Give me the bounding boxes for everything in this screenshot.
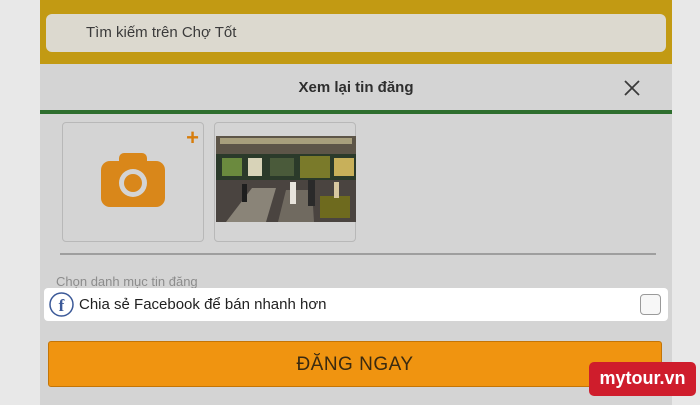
modal-header: Xem lại tin đăng xyxy=(40,64,672,112)
svg-text:f: f xyxy=(59,296,65,315)
post-now-label: ĐĂNG NGAY xyxy=(296,354,414,375)
watermark-text: mytour.vn xyxy=(599,368,686,388)
section-divider xyxy=(60,253,656,255)
facebook-icon: f xyxy=(49,292,74,317)
photo-thumbnail[interactable] xyxy=(214,122,356,242)
category-label: Chọn danh mục tin đăng xyxy=(56,274,198,289)
facebook-share-checkbox[interactable] xyxy=(640,294,661,315)
modal-title: Xem lại tin đăng xyxy=(298,79,414,96)
store-photo xyxy=(216,136,356,222)
post-now-button[interactable]: ĐĂNG NGAY xyxy=(48,341,662,387)
search-placeholder: Tìm kiếm trên Chợ Tốt xyxy=(86,24,237,41)
search-input[interactable]: Tìm kiếm trên Chợ Tốt xyxy=(46,14,666,52)
camera-icon xyxy=(101,153,165,207)
plus-icon: + xyxy=(186,125,199,150)
header-divider xyxy=(40,110,672,114)
facebook-share-label: Chia sẻ Facebook để bán nhanh hơn xyxy=(79,296,327,313)
close-icon[interactable] xyxy=(624,80,640,96)
watermark-logo: mytour.vn xyxy=(589,362,696,396)
facebook-share-row[interactable]: f Chia sẻ Facebook để bán nhanh hơn xyxy=(44,288,668,321)
add-photo-button[interactable]: + xyxy=(62,122,204,242)
